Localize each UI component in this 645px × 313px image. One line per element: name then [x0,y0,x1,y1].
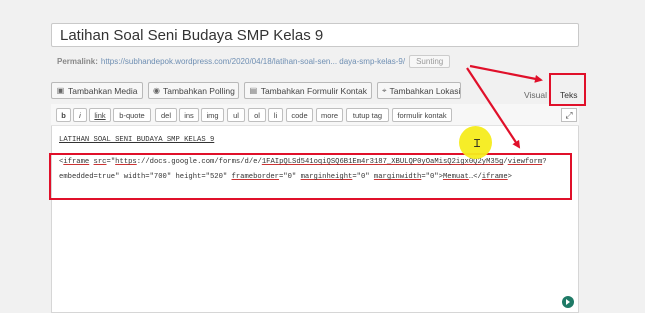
arrow-to-text-tab [469,64,543,83]
annotation-arrows [466,64,543,149]
text-cursor-icon: Ɪ [474,137,481,150]
chat-bubble-icon[interactable] [562,296,574,308]
